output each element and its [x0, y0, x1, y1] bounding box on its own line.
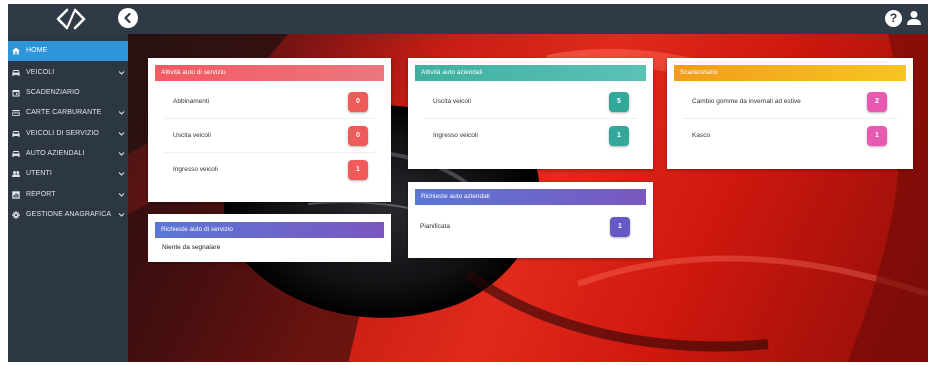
- card-header: Richieste auto aziendali: [415, 189, 646, 205]
- count-badge[interactable]: 1: [348, 160, 368, 180]
- top-bar: ?: [8, 4, 928, 34]
- collapse-sidebar-button[interactable]: [118, 8, 138, 28]
- card-scadenziario: Scadenziario Cambio gomme da invernali a…: [667, 58, 913, 169]
- credit-card-icon: [12, 110, 20, 116]
- sidebar-item-label: HOME: [26, 47, 48, 54]
- card-header: Richieste auto di servizio: [155, 222, 384, 238]
- card-richieste-aziendali: Richieste auto aziendali Pianificata 1: [408, 182, 653, 258]
- card-header: Scadenziario: [674, 65, 906, 81]
- sidebar-item-label: SCADENZIARIO: [26, 89, 80, 96]
- card-attivita-servizio: Attività auto di servizio Abbinamenti 0 …: [148, 58, 391, 202]
- car-icon: [12, 131, 20, 137]
- row-label: Uscita veicoli: [433, 98, 471, 105]
- sidebar-item-veicoli[interactable]: VEICOLI: [8, 63, 128, 83]
- list-item[interactable]: Cambio gomme da invernali ad estive 2: [667, 85, 913, 119]
- sidebar-item-utenti[interactable]: UTENTI: [8, 164, 128, 184]
- car-icon: [12, 70, 20, 76]
- sidebar: HOME VEICOLI SCADENZIARIO CARTE CARBURAN…: [8, 34, 128, 362]
- user-icon[interactable]: [906, 10, 922, 26]
- home-icon: [12, 47, 20, 55]
- row-label: Cambio gomme da invernali ad estive: [692, 98, 801, 105]
- sidebar-item-report[interactable]: REPORT: [8, 185, 128, 205]
- chevron-left-icon: [124, 12, 131, 24]
- row-label: Kasco: [692, 132, 711, 139]
- count-badge[interactable]: 1: [610, 217, 630, 237]
- row-label: Pianificata: [420, 223, 450, 230]
- chevron-down-icon: [118, 152, 125, 156]
- count-badge[interactable]: 5: [609, 92, 629, 112]
- sidebar-item-scadenziario[interactable]: SCADENZIARIO: [8, 83, 128, 103]
- row-label: Ingresso veicoli: [433, 132, 478, 139]
- card-richieste-servizio: Richieste auto di servizio Niente da seg…: [148, 214, 391, 262]
- count-badge[interactable]: 0: [348, 92, 368, 112]
- sidebar-item-label: REPORT: [26, 191, 56, 198]
- sidebar-item-home[interactable]: HOME: [8, 41, 128, 61]
- list-item[interactable]: Kasco 1: [667, 119, 913, 153]
- count-badge[interactable]: 0: [348, 126, 368, 146]
- chevron-down-icon: [118, 111, 125, 115]
- sidebar-item-auto-aziendali[interactable]: AUTO AZIENDALI: [8, 144, 128, 164]
- card-header: Attività auto di servizio: [155, 65, 384, 81]
- sidebar-item-label: VEICOLI: [26, 69, 55, 76]
- list-item[interactable]: Ingresso veicoli 1: [408, 119, 653, 153]
- sidebar-item-label: CARTE CARBURANTE: [26, 109, 102, 116]
- card-attivita-aziendali: Attività auto aziendali Uscita veicoli 5…: [408, 58, 653, 169]
- gear-icon: [12, 211, 20, 219]
- sidebar-item-label: UTENTI: [26, 170, 52, 177]
- chevron-down-icon: [118, 193, 125, 197]
- help-button[interactable]: ?: [885, 10, 902, 27]
- count-badge[interactable]: 1: [867, 126, 887, 146]
- list-item[interactable]: Pianificata 1: [408, 210, 653, 244]
- car-icon: [12, 151, 20, 157]
- code-brackets-logo[interactable]: [53, 7, 89, 31]
- people-icon: [12, 171, 20, 177]
- sidebar-item-label: VEICOLI DI SERVIZIO: [26, 130, 99, 137]
- list-item[interactable]: Uscita veicoli 0: [148, 119, 391, 153]
- sidebar-item-label: GESTIONE ANAGRAFICA: [26, 211, 112, 218]
- card-header: Attività auto aziendali: [415, 65, 646, 81]
- row-label: Ingresso veicoli: [173, 166, 218, 173]
- chevron-down-icon: [118, 213, 125, 217]
- row-label: Uscita veicoli: [173, 132, 211, 139]
- list-item[interactable]: Uscita veicoli 5: [408, 85, 653, 119]
- row-label: Abbinamenti: [173, 98, 210, 105]
- chevron-down-icon: [118, 132, 125, 136]
- list-item[interactable]: Abbinamenti 0: [148, 85, 391, 119]
- sidebar-item-carte-carburante[interactable]: CARTE CARBURANTE: [8, 103, 128, 123]
- hero-background: Attività auto di servizio Abbinamenti 0 …: [128, 34, 928, 362]
- sidebar-item-gestione-anagrafica[interactable]: GESTIONE ANAGRAFICA: [8, 205, 128, 225]
- app-window: ? HOME VEICOLI SCADENZIARIO CARTE CARBUR…: [8, 4, 928, 362]
- calendar-icon: [12, 90, 20, 97]
- chevron-down-icon: [118, 71, 125, 75]
- count-badge[interactable]: 2: [867, 92, 887, 112]
- sidebar-item-label: AUTO AZIENDALI: [26, 150, 85, 157]
- chevron-down-icon: [118, 172, 125, 176]
- sidebar-item-veicoli-di-servizio[interactable]: VEICOLI DI SERVIZIO: [8, 124, 128, 144]
- count-badge[interactable]: 1: [609, 126, 629, 146]
- list-item[interactable]: Ingresso veicoli 1: [148, 153, 391, 187]
- empty-state-text: Niente da segnalare: [162, 244, 221, 251]
- report-icon: [12, 191, 20, 199]
